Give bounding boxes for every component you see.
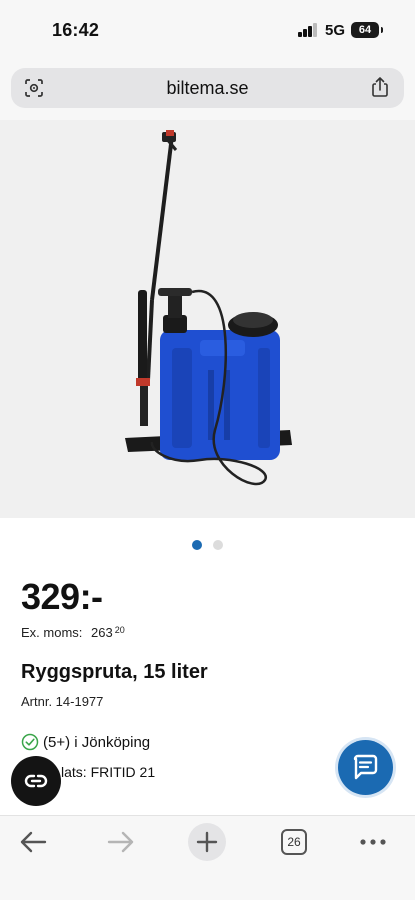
ex-vat-price: 263 20 xyxy=(91,625,125,640)
browser-chrome: biltema.se xyxy=(0,60,415,120)
status-bar: 16:42 5G 64 xyxy=(0,0,415,60)
ex-vat-label: Ex. moms: xyxy=(21,625,83,640)
carousel-dot-1[interactable] xyxy=(192,540,203,550)
chat-icon xyxy=(353,754,378,780)
plus-icon xyxy=(196,831,218,853)
network-type: 5G xyxy=(325,22,346,39)
product-title: Ryggspruta, 15 liter xyxy=(21,661,208,683)
arrow-left-icon[interactable] xyxy=(18,826,48,858)
article-number: Artnr. 14-1977 xyxy=(21,694,104,709)
ex-vat-cents: 20 xyxy=(114,625,125,635)
url-text[interactable]: biltema.se xyxy=(11,78,404,99)
new-tab-button[interactable] xyxy=(188,823,226,861)
ellipsis-icon[interactable] xyxy=(360,826,386,858)
arrow-right-icon[interactable] xyxy=(106,826,136,858)
link-icon xyxy=(24,774,48,788)
chat-button[interactable] xyxy=(338,740,393,795)
product-image[interactable] xyxy=(0,120,415,518)
share-icon[interactable] xyxy=(370,76,390,98)
cellular-signal-icon xyxy=(298,23,318,37)
stock-text: (5+) i Jönköping xyxy=(43,734,151,751)
product-price: 329:- xyxy=(21,576,103,617)
floating-action-button[interactable] xyxy=(11,756,61,806)
tab-count-button[interactable]: 26 xyxy=(281,829,307,855)
backpack-sprayer-illustration xyxy=(125,130,292,486)
browser-toolbar: 26 xyxy=(0,815,415,900)
address-bar[interactable]: biltema.se xyxy=(11,68,404,108)
status-time: 16:42 xyxy=(52,20,100,40)
image-carousel-dots xyxy=(0,537,415,550)
check-circle-icon xyxy=(21,733,39,751)
carousel-dot-2[interactable] xyxy=(212,540,223,550)
ex-vat-whole: 263 xyxy=(91,625,113,640)
battery-indicator: 64 xyxy=(351,22,383,38)
